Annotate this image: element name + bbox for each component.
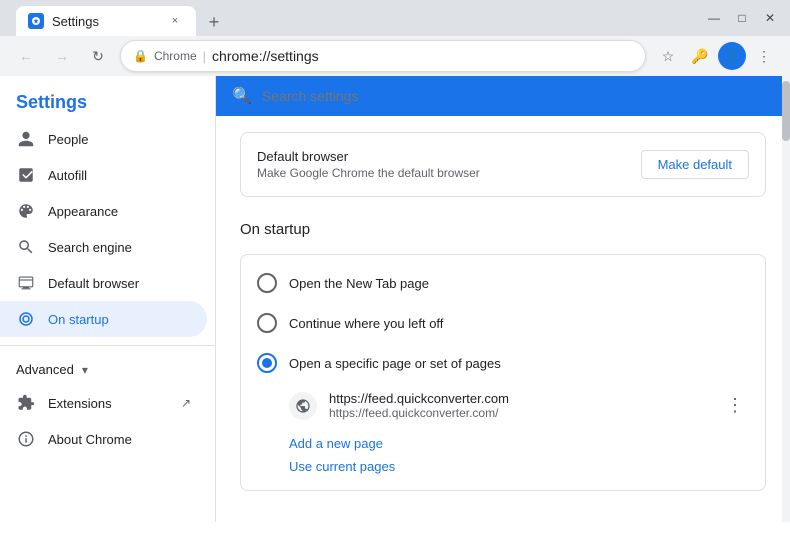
main-content-area: 🔍 Default browser Make Google Chrome the… [216,76,790,522]
url-bar[interactable]: 🔒 Chrome | chrome://settings [120,40,646,72]
profile-avatar[interactable]: 👤 [718,42,746,70]
default-browser-label: Default browser [257,149,480,164]
sidebar-item-default-browser-label: Default browser [48,276,139,291]
radio-open-new-tab[interactable]: Open the New Tab page [241,263,765,303]
add-new-page-link[interactable]: Add a new page [289,436,749,451]
use-current-pages-link[interactable]: Use current pages [289,459,749,474]
radio-label-specific-page: Open a specific page or set of pages [289,356,501,371]
startup-url-main: https://feed.quickconverter.com [329,391,709,406]
sidebar-item-default-browser[interactable]: Default browser [0,265,207,301]
radio-specific-page[interactable]: Open a specific page or set of pages [241,343,765,383]
sidebar-item-about-chrome[interactable]: About Chrome [0,421,207,457]
sidebar-item-search-engine[interactable]: Search engine [0,229,207,265]
appearance-icon [16,201,36,221]
sidebar-item-about-label: About Chrome [48,432,132,447]
startup-url-item: https://feed.quickconverter.com https://… [241,383,765,428]
radio-circle-continue [257,313,277,333]
external-link-icon: ↗ [181,396,191,410]
startup-links: Add a new page Use current pages [241,428,765,482]
address-bar: ← → ↻ 🔒 Chrome | chrome://settings ☆ 🔑 👤… [0,36,790,76]
sidebar-divider [0,345,215,346]
radio-inner-specific-page [262,358,272,368]
make-default-button[interactable]: Make default [641,150,749,179]
title-bar: Settings × + — □ ✕ [0,0,790,36]
scrollbar-track[interactable] [782,76,790,522]
radio-circle-specific-page [257,353,277,373]
about-icon [16,429,36,449]
sidebar-item-autofill[interactable]: Autofill [0,157,207,193]
scrollbar-thumb[interactable] [782,81,790,141]
default-browser-text: Default browser Make Google Chrome the d… [257,149,480,180]
maximize-button[interactable]: □ [730,6,754,30]
search-bar[interactable]: 🔍 [216,76,790,116]
url-separator: | [203,49,206,64]
url-secure-icon: 🔒 [133,49,148,63]
sidebar-item-extensions[interactable]: Extensions ↗ [0,385,207,421]
autofill-icon [16,165,36,185]
default-browser-description: Make Google Chrome the default browser [257,166,480,180]
startup-url-sub: https://feed.quickconverter.com/ [329,406,709,420]
tab-title: Settings [52,14,158,29]
sidebar-advanced-section[interactable]: Advanced ▾ [0,354,215,385]
bookmark-icon[interactable]: ☆ [654,42,682,70]
reload-button[interactable]: ↻ [84,42,112,70]
back-button[interactable]: ← [12,42,40,70]
sidebar-item-extensions-label: Extensions [48,396,112,411]
sidebar: Settings People Autofill Appearance [0,76,216,522]
app-container: Settings People Autofill Appearance [0,76,790,522]
window-controls: — □ ✕ [702,6,782,30]
advanced-arrow-icon: ▾ [82,363,88,377]
sidebar-header: Settings [0,76,215,121]
advanced-label: Advanced [16,362,74,377]
settings-tab[interactable]: Settings × [16,6,196,36]
startup-options-card: Open the New Tab page Continue where you… [240,254,766,491]
sidebar-item-appearance[interactable]: Appearance [0,193,207,229]
menu-icon[interactable]: ⋮ [750,42,778,70]
search-icon: 🔍 [232,86,252,106]
radio-circle-new-tab [257,273,277,293]
people-icon [16,129,36,149]
sidebar-item-people-label: People [48,132,88,147]
extensions-icon [16,393,36,413]
url-chrome-label: Chrome [154,49,197,63]
sidebar-item-appearance-label: Appearance [48,204,118,219]
radio-label-new-tab: Open the New Tab page [289,276,429,291]
sidebar-item-people[interactable]: People [0,121,207,157]
search-input[interactable] [262,88,774,104]
toolbar-icons: ☆ 🔑 👤 ⋮ [654,42,778,70]
sidebar-title: Settings [16,92,199,113]
radio-continue[interactable]: Continue where you left off [241,303,765,343]
close-button[interactable]: ✕ [758,6,782,30]
startup-url-menu-button[interactable]: ⋮ [721,392,749,420]
new-tab-button[interactable]: + [200,8,228,36]
radio-label-continue: Continue where you left off [289,316,443,331]
sidebar-item-autofill-label: Autofill [48,168,87,183]
account-secure-icon[interactable]: 🔑 [686,42,714,70]
sidebar-item-search-engine-label: Search engine [48,240,132,255]
search-engine-icon [16,237,36,257]
tab-favicon [28,13,44,29]
url-text[interactable]: chrome://settings [212,48,633,64]
default-browser-icon [16,273,36,293]
minimize-button[interactable]: — [702,6,726,30]
on-startup-icon [16,309,36,329]
sidebar-item-on-startup-label: On startup [48,312,109,327]
on-startup-title: On startup [216,213,790,254]
sidebar-item-on-startup[interactable]: On startup [0,301,207,337]
startup-url-globe-icon [289,392,317,420]
browser-frame: Settings × + — □ ✕ ← → ↻ 🔒 Chrome | chro… [0,0,790,76]
forward-button[interactable]: → [48,42,76,70]
bottom-bar: Advanced ▾ [216,507,790,522]
default-browser-card: Default browser Make Google Chrome the d… [240,132,766,197]
startup-url-text: https://feed.quickconverter.com https://… [329,391,709,420]
tab-close-button[interactable]: × [166,12,184,30]
